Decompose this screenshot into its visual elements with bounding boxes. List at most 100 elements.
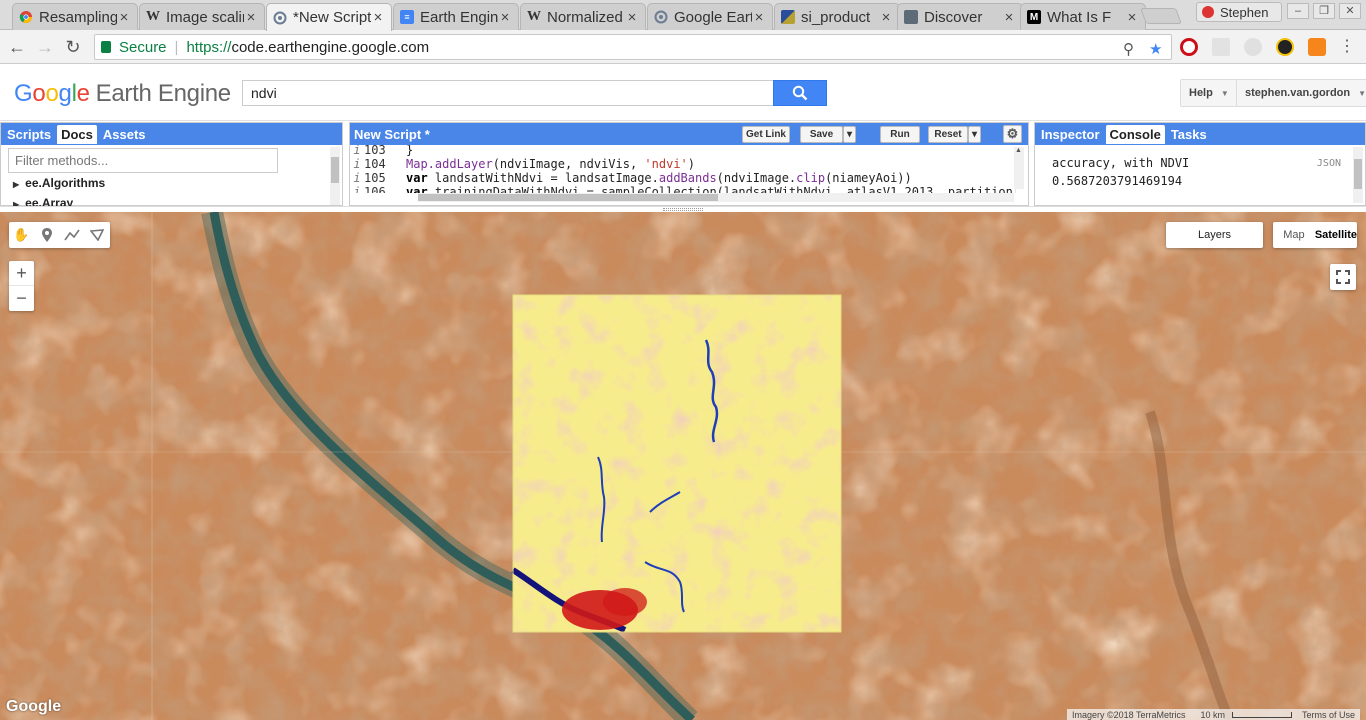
marker-icon[interactable] <box>34 222 59 248</box>
tab-close-icon[interactable]: × <box>752 9 766 26</box>
extension-icon[interactable] <box>1212 38 1230 56</box>
zoom-icon[interactable]: ⚲ <box>1123 40 1134 58</box>
console-panel: Inspector Console Tasks accuracy, with N… <box>1034 122 1366 206</box>
doc-tree-item[interactable]: ▶ ee.Array <box>13 196 73 206</box>
browser-tab[interactable]: W Image scaling × <box>139 3 265 30</box>
tab-scripts[interactable]: Scripts <box>3 125 55 144</box>
tab-close-icon[interactable]: × <box>244 9 258 26</box>
search-input[interactable]: ndvi <box>242 80 774 106</box>
menu-icon[interactable]: ⋮ <box>1336 36 1358 58</box>
browser-tab[interactable]: ≡ Earth Engine × <box>393 3 519 30</box>
help-button[interactable]: Help ▼ <box>1180 79 1238 107</box>
browser-tab[interactable]: Google Earth × <box>647 3 773 30</box>
tab-close-icon[interactable]: × <box>371 9 385 26</box>
polygon-draw-icon[interactable] <box>84 222 109 248</box>
browser-tab-bar: Resampling × W Image scaling × *New Scri… <box>0 0 1366 31</box>
zoom-out-button[interactable]: − <box>9 286 34 311</box>
tab-close-icon[interactable]: × <box>625 9 639 26</box>
editor-horizontal-scrollbar[interactable] <box>418 193 1014 202</box>
extension-icon[interactable] <box>1244 38 1262 56</box>
tab-assets[interactable]: Assets <box>99 125 150 144</box>
code-text: var landsatWithNdvi = landsatImage.addBa… <box>406 171 912 185</box>
map-attribution: Imagery ©2018 TerraMetrics 10 km Terms o… <box>1067 709 1361 720</box>
metamask-icon[interactable] <box>1308 38 1326 56</box>
reload-icon[interactable]: ↻ <box>62 36 84 58</box>
account-button[interactable]: stephen.van.gordon ▼ <box>1236 79 1366 107</box>
reset-button[interactable]: Reset <box>928 126 968 143</box>
tab-docs[interactable]: Docs <box>57 124 97 144</box>
line-gutter: i 106 <box>350 185 404 193</box>
new-tab-button[interactable] <box>1140 8 1182 24</box>
extension-icon[interactable] <box>1276 38 1294 56</box>
zoom-in-button[interactable]: + <box>9 261 34 286</box>
code-line[interactable]: i 105 var landsatWithNdvi = landsatImage.a… <box>350 171 1016 185</box>
layers-button[interactable]: Layers <box>1166 222 1263 248</box>
image-icon <box>781 10 795 24</box>
hand-pan-icon[interactable]: ✋ <box>9 222 34 248</box>
gee-header: Google Earth Engine ndvi Help ▼ stephen.va… <box>0 65 1366 121</box>
tab-tasks[interactable]: Tasks <box>1167 125 1211 144</box>
browser-tab[interactable]: Resampling × <box>12 3 138 30</box>
line-gutter: i 105 <box>350 171 404 185</box>
json-link[interactable]: JSON <box>1317 158 1341 169</box>
drawing-tools: ✋ <box>9 222 110 248</box>
wikipedia-icon: W <box>527 9 541 24</box>
browser-tab[interactable]: si_product × <box>774 3 900 30</box>
chrome-icon <box>19 10 33 24</box>
forward-icon[interactable]: → <box>34 36 56 58</box>
tab-console[interactable]: Console <box>1105 124 1165 144</box>
tab-close-icon[interactable]: × <box>498 9 512 26</box>
bookmark-star-icon[interactable]: ★ <box>1149 40 1162 58</box>
browser-tab-active[interactable]: *New Script × <box>266 3 392 31</box>
tab-close-icon[interactable]: × <box>1002 9 1016 26</box>
tab-title: What Is F <box>1047 8 1112 26</box>
browser-tab[interactable]: M What Is F × <box>1020 3 1146 30</box>
fullscreen-icon[interactable] <box>1330 264 1356 290</box>
code-line[interactable]: i 106 var trainingDataWithNdvi = sampleCol… <box>350 185 1016 193</box>
search-icon <box>792 85 808 101</box>
map-type-satellite-button[interactable]: Satellite <box>1315 222 1357 248</box>
google-logo: Google <box>6 698 62 715</box>
maximize-icon[interactable]: ❐ <box>1313 3 1335 19</box>
medium-icon: M <box>1027 10 1041 24</box>
filter-methods-input[interactable]: Filter methods... <box>8 148 278 173</box>
code-area[interactable]: i 103} i 104 Map.addLayer(ndviImage, ndviVis… <box>350 145 1016 193</box>
save-button[interactable]: Save <box>800 126 843 143</box>
minimize-icon[interactable]: – <box>1287 3 1309 19</box>
info-icon: i <box>353 157 361 171</box>
tab-title: Google Earth <box>674 8 752 26</box>
console-scrollbar[interactable] <box>1353 147 1363 203</box>
earth-engine-logo[interactable]: Google Earth Engine <box>14 80 231 108</box>
browser-tab[interactable]: Discover × <box>897 3 1023 30</box>
tab-title: Resampling <box>39 8 117 26</box>
tab-close-icon[interactable]: × <box>1125 9 1139 26</box>
terms-of-use-link[interactable]: Terms of Use <box>1297 710 1360 720</box>
tab-close-icon[interactable]: × <box>117 9 131 26</box>
tab-close-icon[interactable]: × <box>879 9 893 26</box>
console-output-line: 0.5687203791469194 <box>1052 174 1183 188</box>
address-bar[interactable]: Secure | https:// code.earthengine.googl… <box>94 34 1172 60</box>
save-dropdown-icon[interactable]: ▾ <box>843 126 856 143</box>
code-line[interactable]: i 103} <box>350 145 1016 157</box>
gear-icon[interactable]: ⚙ <box>1003 125 1022 143</box>
browser-tab[interactable]: W Normalized × <box>520 3 646 30</box>
map-type-map-button[interactable]: Map <box>1273 222 1315 248</box>
docs-scrollbar[interactable] <box>330 147 340 205</box>
get-link-button[interactable]: Get Link <box>742 126 790 143</box>
run-button[interactable]: Run <box>880 126 920 143</box>
opera-extension-icon[interactable] <box>1180 38 1198 56</box>
code-text: var trainingDataWithNdvi = sampleCollect… <box>406 185 1016 193</box>
line-draw-icon[interactable] <box>59 222 84 248</box>
scale-label: 10 km <box>1191 710 1298 720</box>
search-button[interactable] <box>773 80 827 106</box>
close-window-icon[interactable]: ✕ <box>1339 3 1361 19</box>
editor-scrollbar[interactable]: ▲ <box>1014 147 1024 189</box>
reset-dropdown-icon[interactable]: ▾ <box>968 126 981 143</box>
map-view[interactable]: ✋ + − Layers Map Satellite Google Imager… <box>0 212 1366 720</box>
code-line[interactable]: i 104 Map.addLayer(ndviImage, ndviVis, 'nd… <box>350 157 1016 171</box>
chevron-down-icon: ▼ <box>1358 88 1366 98</box>
profile-button[interactable]: Stephen <box>1196 2 1282 22</box>
back-icon[interactable]: ← <box>6 36 28 58</box>
doc-tree-item[interactable]: ▶ ee.Algorithms <box>13 176 105 190</box>
tab-inspector[interactable]: Inspector <box>1037 125 1104 144</box>
